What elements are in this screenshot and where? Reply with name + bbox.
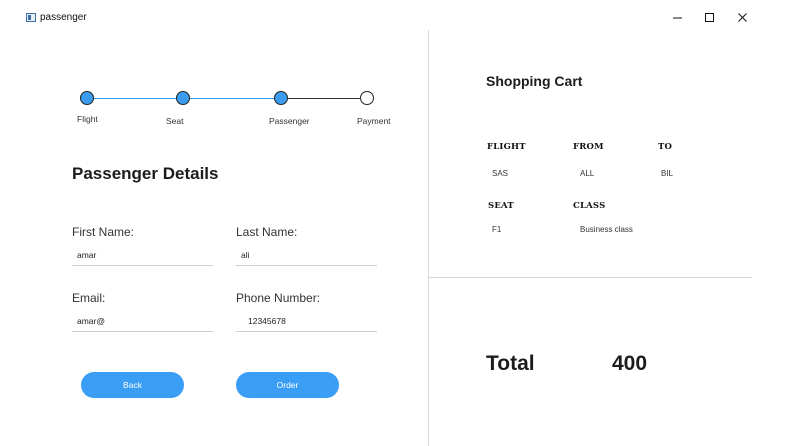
shopping-cart-heading: Shopping Cart	[486, 73, 583, 89]
cart-seat-header: SEAT	[488, 201, 514, 211]
title-bar: passenger	[0, 0, 803, 36]
cart-from-value: ALL	[580, 169, 595, 178]
horizontal-divider	[429, 277, 752, 278]
step-passenger-label: Passenger	[269, 116, 310, 126]
step-payment-circle[interactable]	[360, 91, 374, 105]
stepper-connector	[190, 98, 274, 99]
last-name-label: Last Name:	[236, 225, 298, 239]
cart-to-value: BIL	[661, 169, 674, 178]
back-button[interactable]: Back	[81, 372, 184, 398]
minimize-icon	[673, 17, 682, 19]
minimize-button[interactable]	[663, 8, 693, 28]
email-input[interactable]	[72, 310, 213, 332]
vertical-divider	[428, 30, 429, 446]
maximize-icon	[705, 13, 714, 22]
step-seat-label: Seat	[166, 116, 184, 126]
cart-seat-value: F1	[492, 225, 502, 234]
cart-class-header: CLASS	[573, 201, 606, 211]
first-name-label: First Name:	[72, 225, 135, 239]
step-flight-circle[interactable]	[80, 91, 94, 105]
cart-to-header: TO	[658, 142, 673, 152]
step-passenger-circle[interactable]	[274, 91, 288, 105]
maximize-button[interactable]	[695, 8, 725, 28]
cart-flight-header: FLIGHT	[487, 142, 526, 152]
cart-from-header: FROM	[573, 142, 604, 152]
stepper-connector	[94, 98, 177, 99]
last-name-input[interactable]	[236, 244, 377, 266]
total-label: Total	[486, 352, 535, 375]
step-payment-label: Payment	[357, 116, 391, 126]
stepper-connector	[288, 98, 360, 99]
app-window-icon	[26, 13, 36, 22]
close-icon	[738, 13, 747, 22]
passenger-details-heading: Passenger Details	[72, 164, 219, 183]
step-flight-label: Flight	[77, 114, 98, 124]
close-button[interactable]	[728, 8, 758, 28]
email-label: Email:	[72, 291, 106, 305]
order-button[interactable]: Order	[236, 372, 339, 398]
first-name-input[interactable]	[72, 244, 213, 266]
phone-number-input[interactable]	[236, 310, 377, 332]
cart-flight-value: SAS	[492, 169, 509, 178]
phone-number-label: Phone Number:	[236, 291, 321, 305]
step-seat-circle[interactable]	[176, 91, 190, 105]
cart-class-value: Business class	[580, 225, 633, 234]
window-title: passenger	[40, 12, 87, 23]
total-value: 400	[612, 352, 648, 375]
